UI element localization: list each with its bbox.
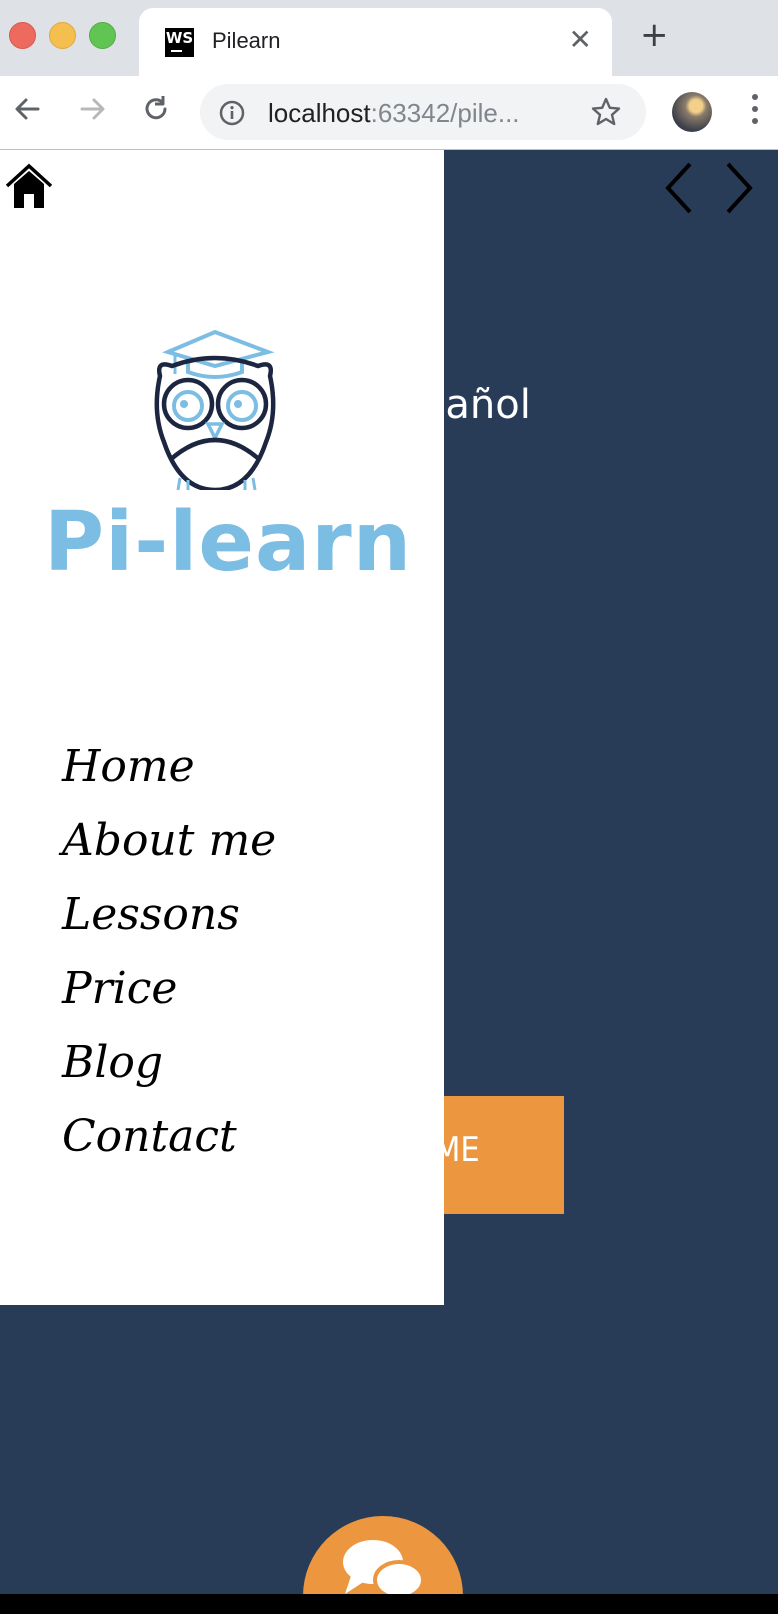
webstorm-favicon-icon: WS [165,28,194,57]
chevron-left-icon[interactable] [660,160,700,216]
reload-icon[interactable] [136,89,176,129]
url-text: localhost:63342/pile... [268,98,520,129]
browser-toolbar: localhost:63342/pile... [0,76,778,150]
window-zoom-button[interactable] [89,22,116,49]
menu-item-lessons[interactable]: Lessons [62,878,276,952]
close-icon[interactable]: ✕ [569,26,592,54]
owl-logo-icon [154,329,276,490]
window-minimize-button[interactable] [49,22,76,49]
kebab-menu-icon[interactable] [748,94,762,134]
home-icon[interactable] [4,162,54,212]
profile-avatar[interactable] [672,92,712,132]
page-viewport: pañol rn ME [0,150,778,1614]
address-bar[interactable]: localhost:63342/pile... [200,84,646,140]
url-host: localhost [268,98,371,128]
tab-title: Pilearn [212,28,281,53]
menu-item-blog[interactable]: Blog [62,1026,276,1100]
browser-tab-active[interactable]: WS Pilearn ✕ [139,8,612,76]
url-path: :63342/pile... [370,98,520,128]
info-icon[interactable] [218,99,246,127]
menu-item-price[interactable]: Price [62,952,276,1026]
back-arrow-icon[interactable] [8,89,48,129]
plus-icon[interactable]: + [640,18,669,52]
logo-wordmark: Pi-learn [44,495,413,590]
menu-item-home[interactable]: Home [62,730,276,804]
window-close-button[interactable] [9,22,36,49]
menu-item-about-me[interactable]: About me [62,804,276,878]
browser-tab-strip: WS Pilearn ✕ + [0,0,778,76]
side-menu-list: Home About me Lessons Price Blog Contact [62,730,276,1174]
menu-item-contact[interactable]: Contact [62,1100,276,1174]
page-bottom-bar [0,1594,778,1614]
chevron-right-icon[interactable] [718,160,758,216]
star-icon[interactable] [590,96,622,128]
favicon-label: WS [165,29,194,47]
side-menu: Pi-learn Home About me Lessons Price Blo… [0,150,444,1305]
forward-arrow-icon[interactable] [72,89,112,129]
